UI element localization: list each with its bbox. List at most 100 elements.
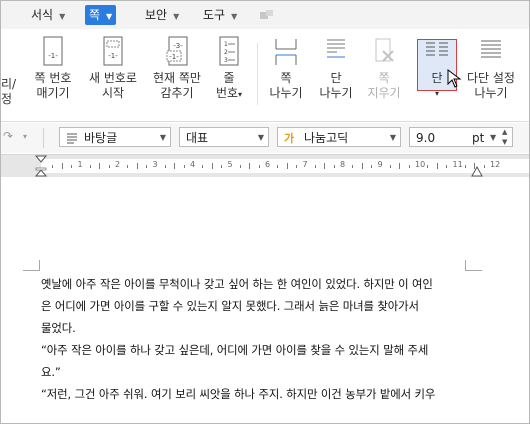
font-select[interactable]: 가 나눔고딕 ▼ [277, 127, 401, 147]
ruler-number: 5 [227, 160, 233, 169]
ruler-tick [389, 165, 391, 168]
hide-current-page-button[interactable]: -3- -1- 현재 쪽만 감추기 [145, 35, 209, 101]
menu-tools[interactable]: 도구 ▼ [199, 5, 241, 25]
ruler-page-area: 1 2 3 4 5 6 7 8 9 10 11 12 [41, 159, 529, 173]
hide-page-label2: 감추기 [160, 86, 194, 100]
line-number-icon: 1 2 3 [219, 36, 239, 66]
ruler-tick [249, 163, 251, 169]
ruler-tick [61, 163, 63, 169]
svg-text:1: 1 [224, 41, 228, 48]
font-size-input[interactable]: 9.0 pt ▼ ▲ ▼ [409, 127, 513, 147]
ruler-tick [99, 163, 101, 169]
new-number-start-button[interactable]: -1- 새 번호로 시작 [83, 35, 143, 101]
font-size-value: 9.0 [416, 131, 436, 145]
text-line: “저런, 그건 아주 쉬워. 여기 보리 씨앗을 하나 주지. 하지만 이건 농… [41, 387, 436, 401]
ruler-tick [146, 165, 148, 168]
page-erase-label1: 쪽 [378, 71, 390, 85]
page-corner-marker [23, 260, 40, 271]
menu-bar: 서식 ▼ 쪽 ▼ 보안 ▼ 도구 ▼ [1, 1, 529, 29]
chevron-down-icon: ▼ [59, 12, 66, 21]
hide-page-icon: -3- -1- [166, 36, 188, 66]
chevron-down-icon: ▼ [173, 12, 180, 21]
ruler-tick [352, 165, 354, 168]
hide-page-label1: 현재 쪽만 [153, 71, 201, 85]
ruler-tick [371, 165, 373, 168]
ruler-tick [399, 163, 401, 169]
ruler-tick [164, 165, 166, 168]
column-break-label2: 나누기 [319, 86, 353, 100]
svg-text:3: 3 [224, 57, 228, 64]
category-select[interactable]: 대표 ▼ [179, 127, 269, 147]
menu-page-label: 쪽 [89, 8, 101, 22]
new-number-icon: -1- [103, 36, 123, 66]
chevron-down-icon: ▼ [257, 133, 264, 142]
line-number-button[interactable]: 1 2 3 줄 번호▾ [209, 35, 249, 102]
chevron-down-icon[interactable]: ▼ [490, 128, 496, 148]
page-erase-label2: 지우기 [367, 86, 401, 100]
redo-icon[interactable]: ↷ [3, 129, 13, 143]
ruler-number: 9 [377, 160, 383, 169]
ruler-tick [286, 163, 288, 169]
ribbon: 리/ 정 -1- 쪽 번호 매기기 -1- 새 번호로 시작 -3- -1- 현… [1, 29, 529, 122]
column-break-label1: 단 [330, 71, 342, 85]
ruler-tick [108, 165, 110, 168]
ruler-number: 10 [415, 160, 426, 169]
ruler-tick [277, 165, 279, 168]
ruler-number: 11 [452, 160, 463, 169]
ruler-tick [211, 163, 213, 169]
right-margin-marker-icon[interactable] [471, 161, 483, 177]
ruler-tick [483, 165, 485, 168]
multi-column-break-button[interactable]: 다단 설정 나누기 [461, 35, 521, 101]
ruler-tick [89, 165, 91, 168]
ruler-tick [464, 165, 466, 168]
font-size-unit: pt [472, 131, 485, 145]
chevron-down-icon: ▼ [159, 133, 166, 142]
document-area[interactable]: 옛날에 아주 작은 아이를 무척이나 갖고 싶어 하는 한 여인이 있었다. 하… [1, 177, 529, 423]
chevron-down-icon: ▼ [231, 12, 238, 21]
ribbon-partial-button[interactable]: 리/ 정 [1, 77, 17, 107]
new-number-label2: 시작 [101, 86, 125, 100]
ruler-number: 1 [77, 160, 83, 169]
ruler-tick [296, 165, 298, 168]
svg-text:2: 2 [224, 49, 228, 56]
chevron-down-icon: ▼ [106, 12, 113, 21]
column-break-button[interactable]: 단 나누기 [313, 35, 359, 101]
page-number-button[interactable]: -1- 쪽 번호 매기기 [23, 35, 83, 101]
ruler-number: 6 [265, 160, 271, 169]
ruler-tick [314, 165, 316, 168]
page-break-icon [275, 39, 297, 65]
page-number-label1: 쪽 번호 [34, 71, 72, 85]
partial-label-top: 리/ [1, 77, 17, 91]
page-break-button[interactable]: 쪽 나누기 [263, 35, 309, 101]
paragraph-style-icon [67, 133, 77, 144]
indent-marker-icon[interactable] [35, 155, 47, 177]
page-number-icon: -1- [43, 36, 63, 66]
font-type-icon: 가 [284, 131, 294, 145]
menu-security-label: 보안 [145, 8, 168, 22]
category-value: 대표 [186, 131, 209, 145]
ruler-tick [183, 165, 185, 168]
menu-format[interactable]: 서식 ▼ [27, 5, 69, 25]
puzzle-icon[interactable] [259, 9, 275, 21]
chevron-down-icon: ▼ [389, 133, 396, 142]
text-line: “아주 작은 아이를 하나 갖고 싶은데, 어디에 가면 아이를 찾을 수 있는… [41, 343, 429, 357]
style-select[interactable]: 바탕글 ▼ [59, 127, 171, 147]
partial-label-bottom: 정 [1, 92, 13, 106]
menu-page[interactable]: 쪽 ▼ [85, 5, 117, 25]
horizontal-ruler[interactable]: 1 2 3 4 5 6 7 8 9 10 11 12 [1, 154, 529, 178]
ruler-tick [174, 163, 176, 169]
page-erase-button[interactable]: 쪽 지우기 [361, 35, 407, 101]
ruler-tick [258, 165, 260, 168]
ruler-tick [361, 163, 363, 169]
page-number-label2: 매기기 [36, 86, 70, 100]
size-stepper-icon[interactable]: ▲ ▼ [502, 127, 507, 147]
chevron-down-icon[interactable]: ▾ [23, 132, 27, 141]
format-toolbar: ↷ ▾ 바탕글 ▼ 대표 ▼ 가 나눔고딕 ▼ 9.0 pt ▼ ▲ ▼ [1, 123, 529, 153]
menu-security[interactable]: 보안 ▼ [141, 5, 183, 25]
ruler-tick [324, 163, 326, 169]
text-line: 옛날에 아주 작은 아이를 무척이나 갖고 싶어 하는 한 여인이 있었다. 하… [41, 277, 433, 291]
new-number-label1: 새 번호로 [89, 71, 137, 85]
ruler-tick [239, 165, 241, 168]
columns-button[interactable]: 단 ▾ [417, 35, 457, 101]
ribbon-separator [257, 43, 258, 105]
